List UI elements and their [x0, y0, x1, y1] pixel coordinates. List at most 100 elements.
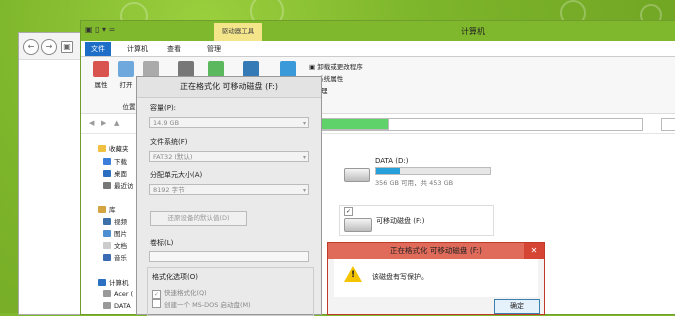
computer-icon: ▣ — [61, 41, 73, 53]
title-bar: ▣ ▯ ▾ = 驱动器工具 计算机 — [81, 21, 675, 41]
nav-data-label: DATA — [114, 302, 131, 310]
warning-exclamation-icon: ! — [351, 270, 356, 280]
close-icon[interactable]: ✕ — [524, 243, 544, 259]
drive-data-usage-text: 356 GB 可用，共 453 GB — [375, 179, 454, 187]
nav-computer[interactable]: 计算机 — [98, 277, 129, 287]
volume-label-input[interactable] — [149, 251, 309, 262]
ok-button[interactable]: 确定 — [494, 299, 540, 314]
nav-videos[interactable]: 视频 — [103, 216, 127, 226]
picture-icon — [103, 230, 111, 237]
allocation-size-select[interactable]: 8192 字节 ▾ — [149, 184, 309, 195]
network-icon — [143, 61, 159, 77]
back-arrow-icon[interactable]: ← — [23, 39, 39, 55]
nav-music-label: 音乐 — [114, 254, 127, 262]
downloads-icon — [103, 158, 111, 165]
nav-favorites[interactable]: 收藏夹 — [98, 143, 129, 153]
hard-drive-icon — [344, 168, 370, 182]
quick-format-option[interactable]: ✓ 快速格式化(Q) — [152, 287, 207, 299]
properties-label: 属性 — [94, 81, 108, 89]
msdos-checkbox[interactable] — [152, 299, 161, 308]
format-options-label: 格式化选项(O) — [152, 273, 198, 281]
network-location-icon — [243, 61, 259, 77]
msdos-label: 创建一个 MS-DOS 启动盘(M) — [164, 301, 251, 309]
nav-videos-label: 视频 — [114, 218, 127, 226]
library-icon — [98, 206, 106, 213]
back-arrow-icon[interactable]: ◀ — [89, 119, 94, 127]
write-protect-alert: 正在格式化 可移动磁盘 (F:) ✕ ! 该磁盘有写保护。 确定 — [327, 242, 545, 315]
tab-computer[interactable]: 计算机 — [121, 42, 154, 56]
tab-manage[interactable]: 管理 — [201, 42, 227, 56]
star-icon — [98, 145, 106, 152]
map-drive-icon — [208, 61, 224, 77]
nav-desktop[interactable]: 桌面 — [103, 168, 127, 178]
refresh-icon[interactable] — [661, 118, 675, 131]
progress-bar — [320, 118, 389, 130]
open-icon — [118, 61, 134, 77]
drive-data-usage-bar — [375, 167, 491, 175]
chevron-down-icon: ▾ — [302, 187, 306, 194]
nav-acer-label: Acer ( — [114, 290, 134, 298]
nav-libraries[interactable]: 库 — [98, 204, 116, 214]
forward-arrow-icon[interactable]: ▶ — [101, 119, 106, 127]
nav-music[interactable]: 音乐 — [103, 252, 127, 262]
uninstall-button[interactable]: ▣ 卸载或更改程序 — [309, 61, 363, 71]
up-arrow-icon[interactable]: ▲ — [114, 119, 119, 127]
properties-icon — [93, 61, 109, 77]
recent-icon — [103, 182, 111, 189]
drive-icon — [103, 302, 111, 309]
nav-pictures-label: 图片 — [114, 230, 127, 238]
nav-drive-data[interactable]: DATA — [103, 302, 131, 310]
desktop-icon — [103, 170, 111, 177]
format-dialog-title: 正在格式化 可移动磁盘 (F:) — [137, 77, 321, 98]
drive-tools-context-tab: 驱动器工具 — [214, 23, 262, 41]
settings-icon — [280, 61, 296, 77]
allocation-size-label: 分配单元大小(A) — [150, 171, 203, 179]
nav-recent[interactable]: 最近访 — [103, 180, 134, 190]
nav-documents[interactable]: 文档 — [103, 240, 127, 250]
open-button[interactable]: 打开 — [116, 61, 136, 89]
ribbon-tabs: 文件 计算机 查看 管理 — [81, 41, 675, 57]
nav-recent-label: 最近访 — [114, 182, 134, 190]
capacity-label: 容量(P): — [150, 104, 177, 112]
nav-libraries-label: 库 — [109, 206, 116, 214]
drive-icon — [103, 290, 111, 297]
music-icon — [103, 254, 111, 261]
drive-removable-tile[interactable]: ✓ 可移动磁盘 (F:) — [339, 205, 494, 236]
quick-access-toolbar[interactable]: ▣ ▯ ▾ = — [85, 25, 115, 34]
nav-desktop-label: 桌面 — [114, 170, 127, 178]
drive-data-usage-fill — [376, 168, 400, 174]
filesystem-label: 文件系统(F) — [150, 138, 188, 146]
quick-format-label: 快速格式化(Q) — [164, 289, 207, 297]
removable-drive-icon — [344, 218, 372, 232]
drive-removable-name: 可移动磁盘 (F:) — [376, 217, 425, 225]
drive-data-name[interactable]: DATA (D:) — [375, 157, 408, 165]
properties-button[interactable]: 属性 — [91, 61, 111, 89]
forward-arrow-icon[interactable]: → — [41, 39, 57, 55]
chevron-down-icon: ▾ — [302, 120, 306, 127]
chevron-down-icon: ▾ — [302, 154, 306, 161]
nav-downloads[interactable]: 下载 — [103, 156, 127, 166]
media-icon — [178, 61, 194, 77]
filesystem-value: FAT32 (默认) — [153, 153, 193, 161]
alert-title: 正在格式化 可移动磁盘 (F:) — [328, 243, 544, 259]
tab-view[interactable]: 查看 — [161, 42, 187, 56]
nav-pictures[interactable]: 图片 — [103, 228, 127, 238]
filesystem-select[interactable]: FAT32 (默认) ▾ — [149, 151, 309, 162]
video-icon — [103, 218, 111, 225]
capacity-value: 14.9 GB — [153, 119, 180, 127]
nav-computer-label: 计算机 — [109, 279, 129, 287]
window-title: 计算机 — [461, 27, 485, 36]
nav-downloads-label: 下载 — [114, 158, 127, 166]
uninstall-label: 卸载或更改程序 — [317, 63, 363, 71]
format-options-group: 格式化选项(O) ✓ 快速格式化(Q) 创建一个 MS-DOS 启动盘(M) — [147, 267, 314, 316]
nav-documents-label: 文档 — [114, 242, 127, 250]
capacity-select[interactable]: 14.9 GB ▾ — [149, 117, 309, 128]
select-checkbox[interactable]: ✓ — [344, 207, 353, 216]
quick-format-checkbox[interactable]: ✓ — [152, 290, 161, 299]
tab-file[interactable]: 文件 — [85, 42, 111, 56]
nav-drive-acer[interactable]: Acer ( — [103, 290, 133, 298]
open-label: 打开 — [119, 81, 133, 89]
msdos-option[interactable]: 创建一个 MS-DOS 启动盘(M) — [152, 299, 251, 309]
restore-defaults-button[interactable]: 还原设备的默认值(D) — [150, 211, 247, 226]
allocation-size-value: 8192 字节 — [153, 186, 185, 194]
